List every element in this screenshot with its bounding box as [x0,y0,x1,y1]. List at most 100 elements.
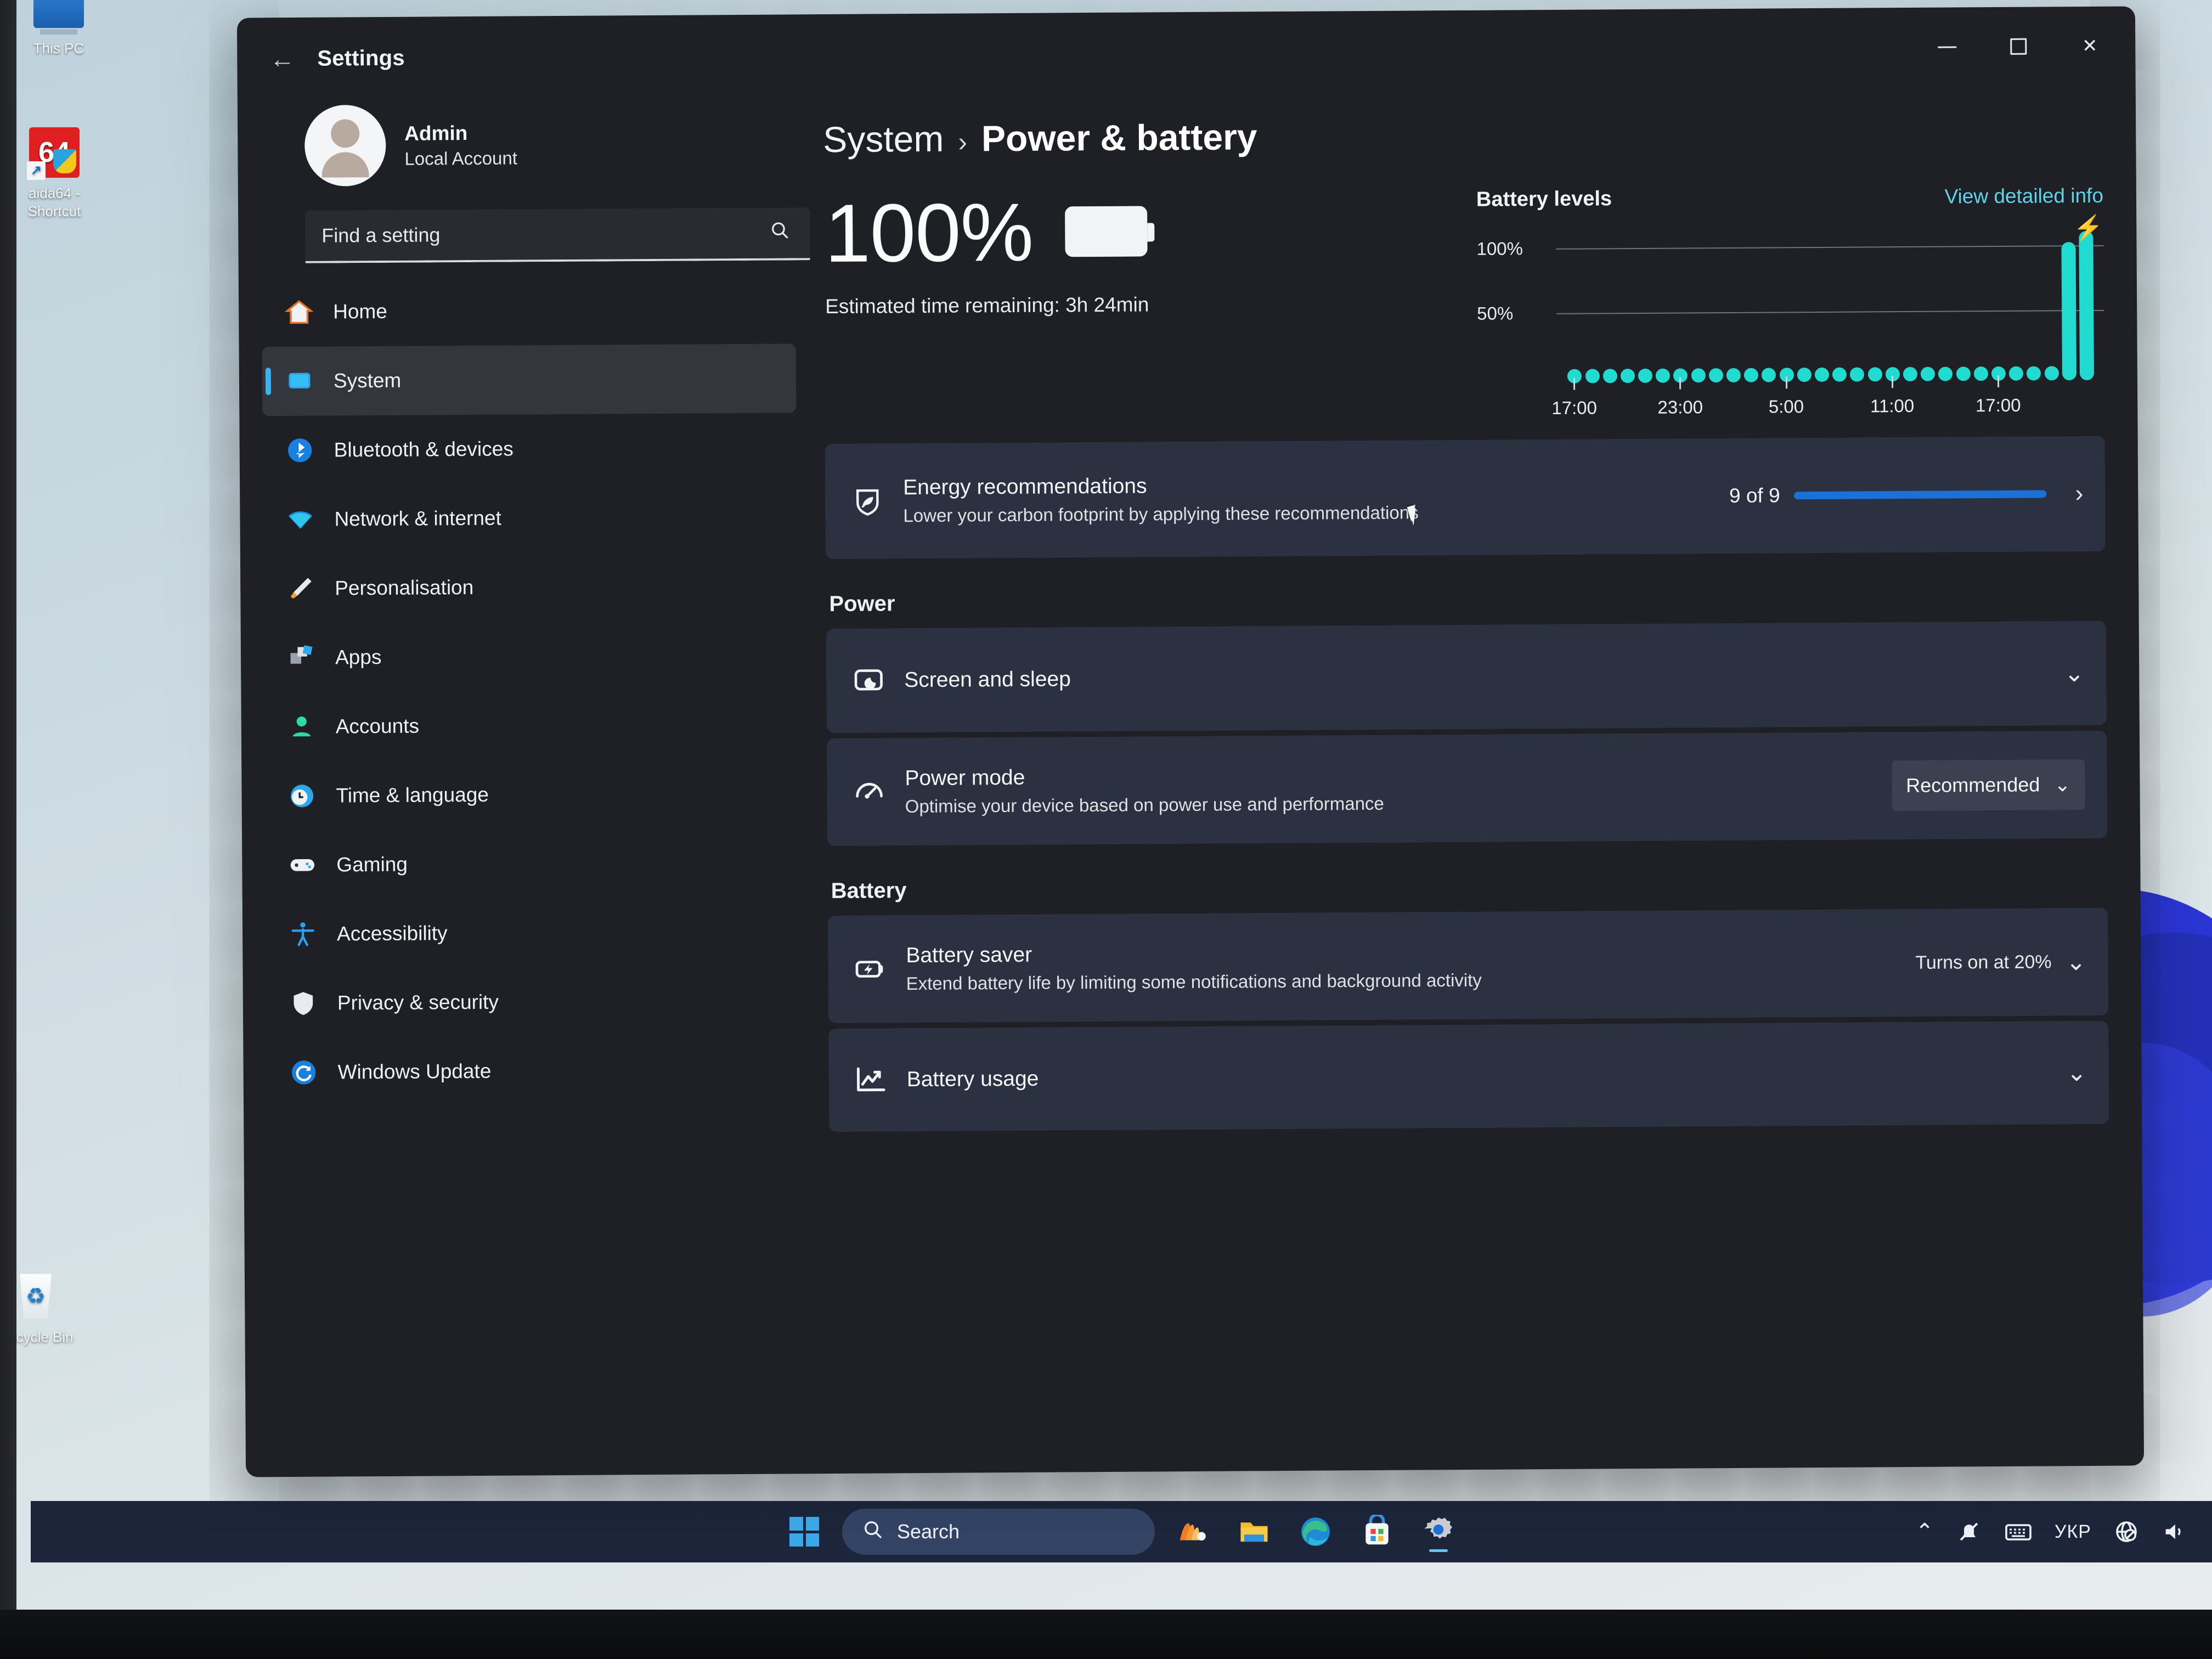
app-title: Settings [317,46,405,71]
language-indicator[interactable]: УКР [2055,1515,2091,1548]
sidebar-item-personalisation[interactable]: Personalisation [263,551,798,623]
sidebar-item-windows-update[interactable]: Windows Update [266,1035,800,1107]
microsoft-store-icon[interactable] [1353,1508,1401,1555]
sidebar-item-apps[interactable]: Apps [264,620,798,692]
account-block[interactable]: Admin Local Account [261,97,795,201]
keyboard-icon[interactable] [2004,1515,2033,1548]
chart-data-point [1832,367,1847,382]
card-title: Energy recommendations [903,474,1147,500]
battery-levels-chart: Battery levels View detailed info 100% 50… [1460,184,2105,418]
chart-data-point [1656,368,1671,383]
edge-browser-icon[interactable] [1292,1508,1339,1555]
windows-taskbar: Search ⌃ УКР [31,1501,2212,1562]
chart-x-tick [1573,377,1576,390]
chart-data-point [1691,368,1706,383]
sidebar-item-label: Accounts [335,714,420,738]
active-app-indicator [1429,1549,1448,1552]
card-subtitle: Lower your carbon footprint by applying … [903,502,1419,526]
breadcrumb-separator-icon: › [958,126,968,157]
monitor-bezel-bottom [0,1610,2212,1659]
sidebar-item-network-internet[interactable]: Network & internet [263,482,797,554]
battery-saver-icon [853,952,900,986]
this-pc-icon [32,0,85,35]
breadcrumb-parent[interactable]: System [823,118,944,160]
network-blocked-icon[interactable] [2113,1515,2140,1548]
notifications-muted-icon[interactable] [1956,1515,1982,1548]
chevron-down-icon: ⌄ [2054,773,2071,796]
window-titlebar: ← Settings ✕ [237,6,2136,100]
desktop-icon-recycle-bin[interactable]: ♻ Recycle Bin [15,1270,82,1346]
minimize-button[interactable] [1915,26,1979,68]
page-title: Power & battery [981,116,1257,159]
sidebar-item-system[interactable]: System [262,343,797,416]
battery-saver-card[interactable]: Battery saver Extend battery life by lim… [827,907,2109,1024]
chart-x-axis-label: 17:00 [1975,394,2021,416]
sidebar-item-accessibility[interactable]: Accessibility [266,896,800,969]
power-mode-selected-value: Recommended [1906,773,2040,797]
chart-y-axis-label: 50% [1477,303,1514,324]
maximize-button[interactable] [1986,25,2051,67]
chart-data-point [1744,368,1759,382]
view-detailed-info-link[interactable]: View detailed info [1944,184,2103,208]
system-icon [284,366,315,397]
chart-x-axis-label: 17:00 [1551,397,1598,418]
search-icon [862,1519,884,1545]
taskbar-search-box[interactable]: Search [842,1509,1155,1555]
screen-and-sleep-card[interactable]: Screen and sleep ⌄ [826,620,2107,733]
account-subtitle: Local Account [404,148,518,169]
show-hidden-icons-chevron[interactable]: ⌃ [1915,1515,1934,1548]
chevron-down-icon[interactable]: ⌄ [2067,1059,2087,1087]
card-title: Screen and sleep [904,667,1071,692]
volume-icon[interactable] [2162,1515,2187,1548]
sidebar-item-privacy-security[interactable]: Privacy & security [266,966,800,1038]
system-tray: ⌃ УКР [1915,1515,2187,1548]
shield-icon [288,988,319,1019]
desktop-icon-this-pc[interactable]: This PC [15,0,105,58]
search-input[interactable]: Find a setting [305,207,810,263]
windows-start-icon [789,1517,819,1547]
close-button[interactable]: ✕ [2057,25,2122,67]
card-subtitle: Extend battery life by limiting some not… [906,969,1482,994]
energy-recommendations-card[interactable]: Energy recommendations Lower your carbon… [825,436,2106,560]
charging-bolt-icon: ⚡ [2073,214,2104,242]
taskbar-search-placeholder: Search [897,1520,960,1543]
sidebar-item-time-language[interactable]: Time & language [264,758,799,831]
battery-usage-card[interactable]: Battery usage ⌄ [828,1020,2109,1132]
sidebar-item-home[interactable]: Home [262,274,796,347]
power-mode-card[interactable]: Power mode Optimise your device based on… [826,730,2108,847]
widgets-icon[interactable] [1169,1508,1216,1555]
back-button[interactable]: ← [259,36,306,82]
chart-data-point [1797,368,1812,382]
card-title: Power mode [905,765,1025,791]
bluetooth-icon [285,435,315,466]
sidebar-item-label: Windows Update [337,1059,492,1084]
recommendations-count: 9 of 9 [1729,484,1780,507]
sidebar-item-gaming[interactable]: Gaming [265,827,799,900]
desktop-icon-aida64[interactable]: 64↗ aida64 - Shortcut [15,126,101,220]
chart-data-point [1726,368,1741,383]
settings-icon[interactable] [1415,1508,1462,1555]
sidebar-item-label: Privacy & security [337,990,499,1014]
chart-data-point [1921,366,1936,381]
chart-data-point [1762,368,1776,382]
leaf-shield-icon [850,484,898,518]
windows-desktop: This PC 64↗ aida64 - Shortcut ♻ Recycle … [15,0,2212,1611]
chart-bar [2061,241,2076,381]
card-title: Battery usage [906,1066,1039,1092]
start-button[interactable] [781,1508,828,1555]
chart-data-point [1973,366,1988,381]
chevron-down-icon[interactable]: ⌄ [2064,659,2084,687]
chevron-down-icon[interactable]: ⌄ [2066,948,2086,976]
power-mode-select[interactable]: Recommended ⌄ [1891,759,2085,811]
chart-bar [2079,230,2094,381]
chevron-right-icon[interactable]: › [2075,480,2083,507]
file-explorer-icon[interactable] [1231,1508,1278,1555]
chart-gridline [1556,245,2104,250]
chart-title: Battery levels [1476,187,1612,211]
sidebar-item-accounts[interactable]: Accounts [264,689,798,761]
card-title: Battery saver [906,943,1032,968]
sidebar-item-bluetooth-devices[interactable]: Bluetooth & devices [262,413,797,485]
photo-of-screen: This PC 64↗ aida64 - Shortcut ♻ Recycle … [0,0,2212,1659]
settings-window: ← Settings ✕ Admin Local Account Find a … [236,6,2145,1477]
battery-percent: 100% [824,185,1034,280]
